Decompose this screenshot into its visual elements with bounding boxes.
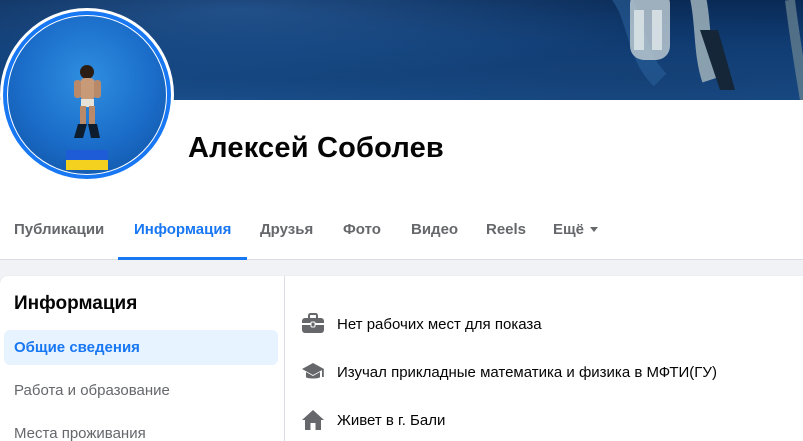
diver-figure [66,65,108,170]
tab-more[interactable]: Ещё [553,200,599,260]
overview-row-work: Нет рабочих мест для показа [300,311,542,337]
overview-text: Нет рабочих мест для показа [337,315,542,333]
about-sidebar-title: Информация [14,293,138,314]
tab-friends[interactable]: Друзья [260,200,313,260]
profile-tabs: Публикации Информация Друзья Фото Видео … [0,200,803,260]
tab-label: Reels [486,221,527,238]
sidebar-item-label: Работа и образование [14,382,170,399]
overview-text: Живет в г. Бали [337,411,446,429]
tab-label: Фото [343,221,381,238]
home-icon [300,407,326,433]
tab-label: Видео [411,221,459,238]
about-card: Информация Общие сведения Работа и образ… [0,276,803,441]
tab-label: Друзья [260,221,314,238]
tab-publications[interactable]: Публикации [14,200,104,260]
sidebar-item-overview[interactable]: Общие сведения [4,330,278,365]
graduation-cap-icon [300,359,326,385]
overview-text: Изучал прикладные математика и физика в … [337,363,717,381]
caret-down-icon [590,226,599,232]
about-sidebar: Информация Общие сведения Работа и образ… [0,276,285,441]
tab-videos[interactable]: Видео [411,200,458,260]
sidebar-item-work-education[interactable]: Работа и образование [4,373,278,408]
sidebar-item-label: Общие сведения [14,339,140,356]
profile-avatar[interactable] [0,8,174,182]
tab-label: Публикации [14,221,105,238]
sidebar-item-label: Места проживания [14,425,146,441]
avatar-image [8,16,166,174]
overview-row-residence: Живет в г. Бали [300,407,445,433]
cover-diver-image [611,0,803,100]
briefcase-icon [300,311,326,337]
tab-label: Ещё [553,221,585,238]
profile-name: Алексей Соболев [188,132,444,164]
tab-information[interactable]: Информация [117,200,248,260]
tab-photos[interactable]: Фото [343,200,381,260]
sidebar-item-places-lived[interactable]: Места проживания [4,416,278,441]
tab-label: Информация [134,221,232,238]
overview-row-education: Изучал прикладные математика и физика в … [300,359,717,385]
tab-reels[interactable]: Reels [486,200,526,260]
